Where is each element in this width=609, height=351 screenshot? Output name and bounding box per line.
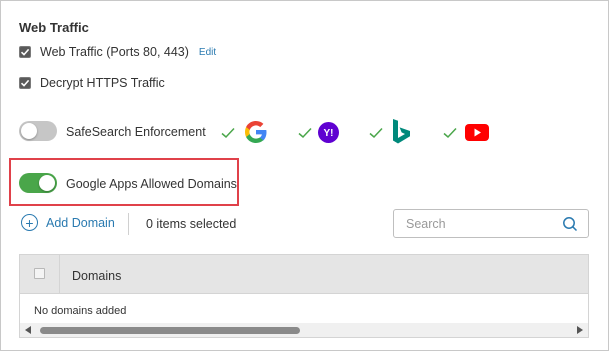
google-icon <box>245 121 267 143</box>
decrypt-https-row: Decrypt HTTPS Traffic <box>19 76 165 90</box>
add-domain-label: Add Domain <box>46 215 115 230</box>
decrypt-https-label: Decrypt HTTPS Traffic <box>40 76 165 90</box>
edit-link[interactable]: Edit <box>199 47 216 58</box>
horizontal-scrollbar[interactable] <box>20 323 588 337</box>
scroll-right-icon[interactable] <box>577 326 583 334</box>
domains-table: Domains No domains added <box>19 254 589 338</box>
safesearch-label: SafeSearch Enforcement <box>66 125 206 139</box>
checkmark-icon <box>20 48 30 56</box>
items-selected-count: 0 items selected <box>146 217 237 231</box>
section-title: Web Traffic <box>19 20 89 35</box>
toggle-knob <box>39 175 55 191</box>
search-box[interactable] <box>393 209 589 238</box>
google-check-icon <box>221 127 235 139</box>
svg-text:Y!: Y! <box>324 128 334 139</box>
youtube-check-icon <box>443 127 457 139</box>
bing-icon <box>393 119 410 144</box>
search-input[interactable] <box>406 216 556 232</box>
bing-check-icon <box>369 127 383 139</box>
yahoo-check-icon <box>298 127 312 139</box>
web-traffic-label: Web Traffic (Ports 80, 443) <box>40 45 189 59</box>
safesearch-toggle[interactable] <box>19 121 57 141</box>
decrypt-https-checkbox[interactable] <box>19 77 31 89</box>
youtube-icon <box>465 124 489 141</box>
scrollbar-thumb[interactable] <box>40 327 300 334</box>
web-traffic-checkbox[interactable] <box>19 46 31 58</box>
column-header-domains[interactable]: Domains <box>72 269 121 283</box>
google-apps-toggle[interactable] <box>19 173 57 193</box>
web-traffic-row: Web Traffic (Ports 80, 443) Edit <box>19 45 216 59</box>
checkmark-icon <box>20 79 30 87</box>
toggle-knob <box>21 123 37 139</box>
empty-message: No domains added <box>34 305 127 317</box>
web-traffic-panel: Web Traffic Web Traffic (Ports 80, 443) … <box>0 0 609 351</box>
select-all-checkbox[interactable] <box>34 268 45 279</box>
table-header: Domains <box>20 255 588 294</box>
toolbar-divider <box>128 213 129 235</box>
add-domain-button[interactable]: + Add Domain <box>21 214 115 231</box>
plus-circle-icon: + <box>21 214 38 231</box>
scroll-left-icon[interactable] <box>25 326 31 334</box>
google-apps-label: Google Apps Allowed Domains <box>66 177 237 191</box>
yahoo-icon: Y! <box>318 122 339 143</box>
select-all-cell <box>20 255 60 294</box>
search-icon[interactable] <box>562 216 578 232</box>
